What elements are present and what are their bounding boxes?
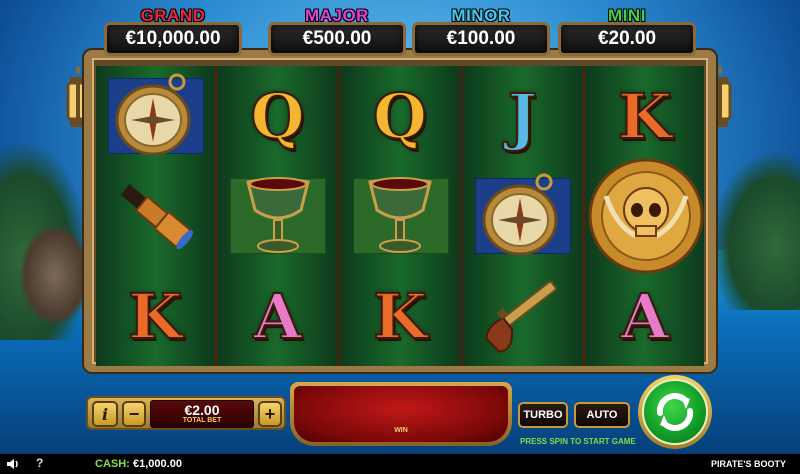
symbol-k: K	[586, 66, 704, 166]
letter-k: K	[372, 279, 428, 354]
symbol-j: J	[463, 66, 581, 166]
letter-a: A	[253, 279, 303, 354]
spin-hint: PRESS SPIN TO START GAME	[520, 437, 636, 446]
reels: K Q A Q K J K A	[96, 66, 705, 366]
bet-decrease-button[interactable]: −	[122, 401, 146, 427]
letter-q: Q	[250, 79, 306, 154]
symbol-q: Q	[218, 66, 336, 166]
compass-icon	[482, 173, 558, 256]
win-panel: WIN	[290, 382, 512, 446]
compass-icon	[115, 73, 191, 156]
jackpot-amount: €10,000.00	[104, 22, 242, 56]
symbol-spyglass	[96, 166, 214, 266]
spin-button[interactable]	[638, 375, 712, 449]
letter-k: K	[617, 79, 673, 154]
symbol-pistol	[463, 266, 581, 366]
symbol-compass	[463, 166, 581, 266]
bet-increase-button[interactable]: +	[258, 401, 282, 427]
win-label: WIN	[394, 427, 408, 434]
reel-5: K A	[585, 66, 705, 366]
status-bar: ? CASH: €1,000.00 PIRATE'S BOOTY	[0, 454, 800, 474]
jackpot-grand: GRAND €10,000.00	[102, 2, 244, 58]
island-right	[710, 150, 800, 310]
reel-1: K	[96, 66, 215, 366]
help-icon[interactable]: ?	[36, 456, 43, 470]
cash-label: CASH:	[95, 458, 130, 470]
reel-3: Q K	[340, 66, 460, 366]
symbol-k: K	[341, 266, 459, 366]
pistol-icon	[485, 280, 558, 353]
control-bar: i − €2.00 TOTAL BET + WIN TURBO AUTO PRE…	[0, 375, 800, 454]
total-bet-display: €2.00 TOTAL BET	[150, 400, 254, 428]
spyglass-icon	[120, 184, 194, 250]
symbol-goblet	[218, 166, 336, 266]
jackpot-major: MAJOR €500.00	[266, 2, 408, 58]
symbol-goblet	[341, 166, 459, 266]
jackpot-bar: GRAND €10,000.00 MAJOR €500.00 MINOR €10…	[100, 2, 700, 58]
jackpot-minor: MINOR €100.00	[410, 2, 552, 58]
letter-a: A	[620, 279, 670, 354]
symbol-q: Q	[341, 66, 459, 166]
info-button[interactable]: i	[92, 401, 118, 427]
jackpot-amount: €20.00	[558, 22, 696, 56]
jackpot-amount: €100.00	[412, 22, 550, 56]
symbol-k: K	[96, 266, 214, 366]
jackpot-mini: MINI €20.00	[556, 2, 698, 58]
symbol-a: A	[586, 266, 704, 366]
cash-value: €1,000.00	[133, 458, 182, 470]
jackpot-amount: €500.00	[268, 22, 406, 56]
total-bet-value: €2.00	[184, 402, 220, 418]
letter-k: K	[127, 279, 183, 354]
spin-arrows-icon	[656, 393, 694, 431]
auto-button[interactable]: AUTO	[574, 402, 630, 428]
letter-j: J	[507, 79, 538, 154]
total-bet-label: TOTAL BET	[182, 417, 222, 424]
skull-coin-icon	[588, 158, 704, 274]
bet-panel: i − €2.00 TOTAL BET +	[86, 396, 286, 430]
win-display: WIN	[294, 386, 508, 442]
reel-2: Q A	[218, 66, 337, 366]
goblet-icon	[368, 177, 432, 253]
game-name: PIRATE'S BOOTY	[711, 459, 786, 469]
reel-4: J	[463, 66, 582, 366]
symbol-a: A	[218, 266, 336, 366]
symbol-compass	[96, 66, 214, 166]
turbo-button[interactable]: TURBO	[518, 402, 568, 428]
letter-q: Q	[372, 79, 428, 154]
symbol-skull-coin	[586, 158, 704, 274]
rock-left	[20, 225, 90, 325]
sound-icon[interactable]	[6, 457, 20, 471]
goblet-icon	[245, 177, 310, 253]
